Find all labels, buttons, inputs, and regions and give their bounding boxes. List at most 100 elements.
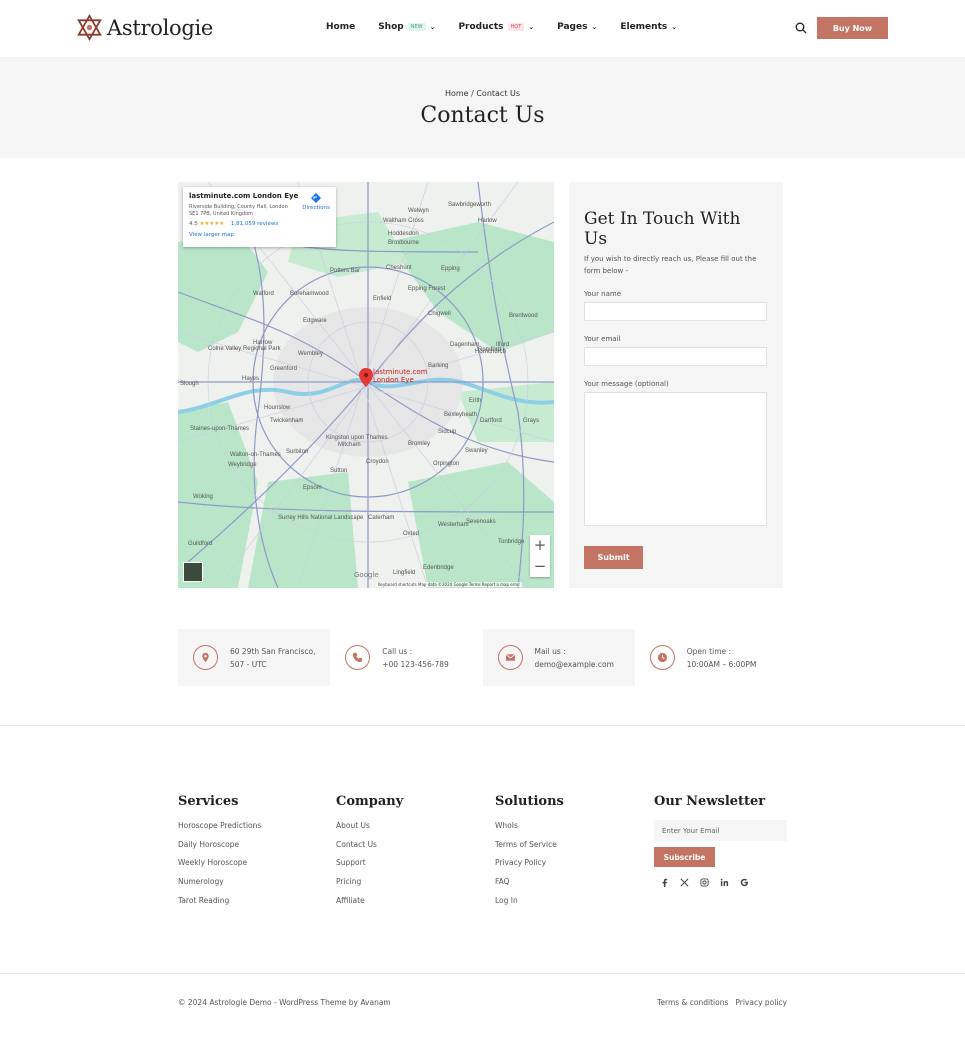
chevron-down-icon: ⌄ [429, 23, 436, 31]
map-place-label: Greenford [270, 366, 297, 372]
main-nav: Home Shop NEW ⌄ Products HOT ⌄ Pages ⌄ E… [326, 22, 700, 32]
map-place-label: Swanley [465, 448, 488, 454]
footer-link[interactable]: Terms of Service [495, 840, 564, 859]
footer-link[interactable]: WhoIs [495, 821, 564, 840]
footer-solutions-title: Solutions [495, 794, 564, 809]
footer-link[interactable]: Privacy Policy [495, 858, 564, 877]
footer-link[interactable]: Affiliate [336, 896, 403, 915]
zoom-in-button[interactable]: + [530, 535, 550, 556]
footer-solutions-list: WhoIs Terms of Service Privacy Policy FA… [495, 821, 564, 914]
footer-services-title: Services [178, 794, 239, 809]
google-map[interactable]: Watford Borehamwood Enfield Epping Edgware Ch… [178, 182, 554, 588]
nav-home-label: Home [326, 22, 356, 32]
footer-link[interactable]: About Us [336, 821, 403, 840]
directions-button[interactable]: Directions [302, 193, 330, 211]
map-pin-label-line1: lastminute.com [373, 368, 428, 376]
section-divider [0, 725, 965, 726]
info-hours-line2: 10:00AM – 6:00PM [686, 659, 757, 669]
map-place-label: Oxted [403, 531, 419, 537]
map-place-label: Croydon [366, 459, 389, 465]
map-place-label: Hoddesdon [388, 231, 419, 237]
form-title: Get In Touch With Us [584, 209, 741, 249]
footer-link[interactable]: Tarot Reading [178, 896, 261, 915]
footer-link[interactable]: Log In [495, 896, 564, 915]
info-hours-line1: Open time : [686, 646, 732, 656]
logo-text: Astrologie [107, 15, 214, 40]
footer-link[interactable]: FAQ [495, 877, 564, 896]
email-field[interactable] [584, 347, 767, 366]
view-larger-map-link[interactable]: View larger map [189, 232, 330, 238]
nav-products[interactable]: Products HOT ⌄ [458, 22, 534, 32]
buy-now-button[interactable]: Buy Now [817, 17, 888, 39]
contact-form-panel: Get In Touch With Us If you wish to dire… [569, 182, 783, 588]
x-icon[interactable] [679, 877, 689, 887]
info-mail-text[interactable]: Mail us : demo@example.com [535, 645, 614, 671]
directions-label: Directions [302, 205, 330, 211]
footer-link[interactable]: Horoscope Predictions [178, 821, 261, 840]
info-phone-text[interactable]: Call us : +00 123-456-789 [382, 645, 449, 671]
page-title-band: Home / Contact Us Contact Us [0, 57, 965, 158]
info-address-text: 60 29th San Francisco, 507 - UTC [230, 645, 315, 671]
footer-link[interactable]: Daily Horoscope [178, 840, 261, 859]
social-links [654, 877, 787, 887]
map-footer-links[interactable]: Keyboard shortcuts Map data ©2024 Google… [376, 582, 522, 587]
privacy-link[interactable]: Privacy policy [735, 998, 787, 1007]
nav-pages[interactable]: Pages ⌄ [557, 22, 597, 32]
nav-home[interactable]: Home [326, 22, 355, 32]
map-place-label: Welwyn [408, 208, 429, 214]
chevron-down-icon: ⌄ [591, 23, 598, 31]
map-place-label: Enfield [373, 296, 391, 302]
name-field[interactable] [584, 302, 767, 321]
nav-products-label: Products [458, 22, 504, 32]
info-address: 60 29th San Francisco, 507 - UTC [178, 629, 331, 686]
zoom-out-button[interactable]: − [530, 556, 550, 577]
submit-button[interactable]: Submit [584, 546, 643, 569]
map-place-label: Hornchurch [475, 349, 506, 355]
phone-icon [345, 645, 371, 670]
map-zoom-control: + − [530, 535, 550, 577]
map-place-label: Woking [193, 494, 213, 500]
message-label: Your message (optional) [584, 380, 669, 388]
info-address-line2: 507 - UTC [230, 659, 267, 669]
map-place-label: Dartford [480, 418, 502, 424]
breadcrumb[interactable]: Home / Contact Us [0, 89, 965, 98]
contact-info-strip: 60 29th San Francisco, 507 - UTC Call us… [178, 629, 787, 686]
footer-link[interactable]: Weekly Horoscope [178, 858, 261, 877]
footer-link[interactable]: Contact Us [336, 840, 403, 859]
facebook-icon[interactable] [659, 877, 669, 887]
newsletter-email-input[interactable] [654, 820, 787, 841]
map-satellite-toggle[interactable] [183, 562, 203, 582]
map-place-label: Lingfield [393, 570, 415, 576]
map-place-label: Epping Forest [408, 286, 446, 292]
footer-link[interactable]: Support [336, 858, 403, 877]
map-reviews-link[interactable]: 1,81,059 reviews [231, 221, 278, 227]
linkedin-icon[interactable] [719, 877, 729, 887]
nav-pages-label: Pages [557, 22, 588, 32]
subscribe-button[interactable]: Subscribe [654, 847, 715, 867]
footer-company-list: About Us Contact Us Support Pricing Affi… [336, 821, 403, 914]
search-icon[interactable] [795, 22, 807, 34]
map-place-label: Surbiton [286, 449, 308, 455]
instagram-icon[interactable] [699, 877, 709, 887]
footer-link[interactable]: Pricing [336, 877, 403, 896]
nav-shop[interactable]: Shop NEW ⌄ [378, 22, 435, 32]
logo[interactable]: Astrologie [76, 14, 213, 41]
message-field[interactable] [584, 392, 767, 526]
info-address-line1: 60 29th San Francisco, [230, 646, 316, 656]
map-place-label: Broxbourne [388, 240, 420, 246]
map-place-label: Caterham [368, 515, 394, 521]
map-pin-label[interactable]: lastminute.com London Eye [373, 368, 428, 384]
terms-link[interactable]: Terms & conditions [657, 998, 728, 1007]
google-icon[interactable] [739, 877, 749, 887]
name-label: Your name [584, 290, 622, 298]
map-place-label: Hounslow [264, 405, 291, 411]
nav-elements[interactable]: Elements ⌄ [620, 22, 677, 32]
email-label: Your email [584, 335, 621, 343]
footer-link[interactable]: Numerology [178, 877, 261, 896]
directions-icon [311, 193, 322, 203]
info-hours: Open time : 10:00AM – 6:00PM [634, 629, 787, 686]
info-phone: Call us : +00 123-456-789 [330, 629, 483, 686]
map-place-label: Wembley [298, 351, 323, 357]
map-place-label: Weybridge [228, 462, 257, 468]
map-place-label: Staines-upon-Thames [190, 426, 249, 432]
